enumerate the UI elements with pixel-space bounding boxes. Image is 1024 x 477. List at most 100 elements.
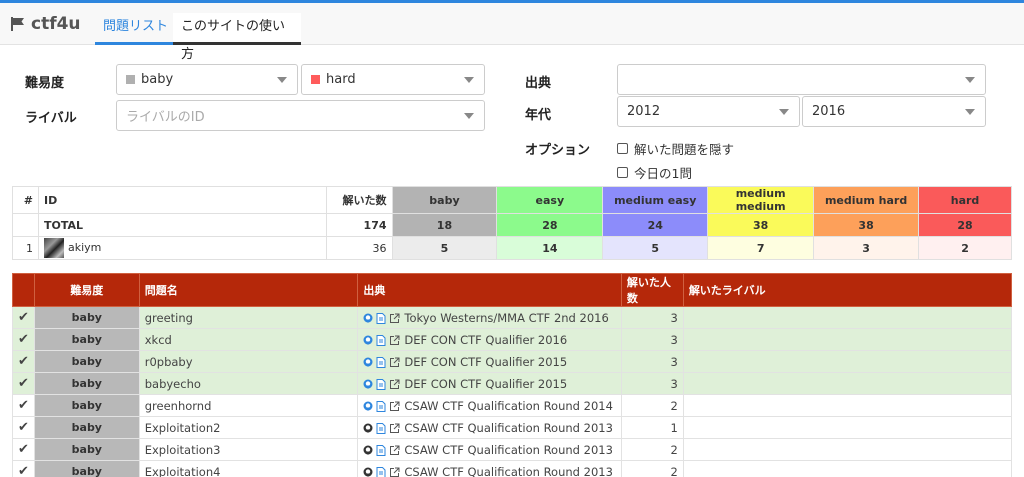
problem-row[interactable]: ✔ baby Exploitation3 CSAW CTF Qualification… [12, 438, 1013, 461]
document-icon[interactable] [376, 378, 386, 390]
document-icon[interactable] [376, 444, 386, 456]
external-link-icon[interactable] [389, 313, 400, 324]
problem-row[interactable]: ✔ baby xkcd DEF CON CTF Qualifier 2016 3 [12, 328, 1013, 351]
problem-source[interactable]: CSAW CTF Qualification Round 2013 [404, 421, 613, 435]
problem-name[interactable]: r0pbaby [138, 350, 359, 373]
daily-problem-checkbox[interactable] [617, 167, 628, 178]
problem-row[interactable]: ✔ baby greenhornd CSAW CTF Qualification Ro… [12, 394, 1013, 417]
difficulty-to-select[interactable]: hard [301, 64, 485, 95]
check-icon: ✔ [12, 394, 35, 417]
check-icon: ✔ [12, 328, 35, 351]
document-icon[interactable] [376, 422, 386, 434]
github-icon[interactable] [363, 379, 373, 389]
problem-row[interactable]: ✔ baby Exploitation2 CSAW CTF Qualification… [12, 416, 1013, 439]
external-link-icon[interactable] [389, 357, 400, 368]
brand-name: ctf4u [31, 14, 81, 34]
total-row: TOTAL 174 18 28 24 38 38 28 [12, 213, 1012, 237]
difficulty-header[interactable]: 難易度 [33, 273, 140, 307]
problem-source[interactable]: CSAW CTF Qualification Round 2013 [404, 465, 613, 477]
user-count-medium-easy: 5 [602, 236, 709, 260]
year-to-value: 2016 [812, 104, 846, 119]
total-count-medium-hard: 38 [813, 213, 920, 237]
flag-icon [11, 17, 24, 31]
problem-row[interactable]: ✔ baby babyecho DEF CON CTF Qualifier 2015 3 [12, 372, 1013, 395]
document-icon[interactable] [376, 334, 386, 346]
problem-difficulty: baby [33, 438, 140, 461]
external-link-icon[interactable] [389, 401, 400, 412]
hide-solved-checkbox[interactable] [617, 143, 628, 154]
problem-source[interactable]: CSAW CTF Qualification Round 2013 [404, 443, 613, 457]
problem-source-cell: CSAW CTF Qualification Round 2014 [357, 394, 622, 417]
check-icon: ✔ [12, 460, 35, 477]
document-icon[interactable] [376, 466, 386, 477]
problem-row[interactable]: ✔ baby Exploitation4 CSAW CTF Qualification… [12, 460, 1013, 477]
year-to-select[interactable]: 2016 [802, 96, 986, 127]
year-from-select[interactable]: 2012 [617, 96, 800, 127]
check-icon: ✔ [12, 372, 35, 395]
user-count-hard: 2 [918, 236, 1012, 260]
problem-source[interactable]: Tokyo Westerns/MMA CTF 2nd 2016 [404, 311, 608, 325]
external-link-icon[interactable] [389, 445, 400, 456]
user-row[interactable]: 1 akiym 36 5 14 5 7 3 2 [12, 236, 1012, 260]
source-header[interactable]: 出典 [357, 273, 622, 307]
name-header[interactable]: 問題名 [138, 273, 359, 307]
external-link-icon[interactable] [389, 423, 400, 434]
document-icon[interactable] [376, 400, 386, 412]
difficulty-to-value: hard [326, 72, 356, 87]
github-icon[interactable] [363, 401, 373, 411]
rivals-header[interactable]: 解いたライバル [682, 273, 1013, 307]
options-label: オプション [525, 143, 591, 158]
github-icon[interactable] [363, 423, 373, 433]
problem-difficulty: baby [33, 460, 140, 477]
problem-source[interactable]: DEF CON CTF Qualifier 2015 [404, 377, 567, 391]
document-icon[interactable] [376, 312, 386, 324]
level-header-medium-medium: medium medium [707, 186, 815, 214]
document-icon[interactable] [376, 356, 386, 368]
problem-row[interactable]: ✔ baby greeting Tokyo Westerns/MMA CTF 2nd … [12, 306, 1013, 329]
problem-name[interactable]: Exploitation2 [138, 416, 359, 439]
user-id-cell[interactable]: akiym [37, 236, 327, 260]
rival-input[interactable]: ライバルのID [116, 100, 485, 131]
difficulty-from-select[interactable]: baby [116, 64, 298, 95]
external-link-icon[interactable] [389, 379, 400, 390]
user-rank: 1 [12, 236, 39, 260]
github-icon[interactable] [363, 357, 373, 367]
problem-solvers: 3 [620, 306, 684, 329]
source-select[interactable] [617, 64, 986, 95]
external-link-icon[interactable] [389, 335, 400, 346]
github-icon[interactable] [363, 335, 373, 345]
tab-how-to-use[interactable]: このサイトの使い方 [173, 13, 301, 62]
tab-problem-list[interactable]: 問題リスト [95, 13, 177, 45]
problem-source-cell: DEF CON CTF Qualifier 2016 [357, 328, 622, 351]
github-icon[interactable] [363, 313, 373, 323]
problem-name[interactable]: Exploitation3 [138, 438, 359, 461]
problem-source-cell: CSAW CTF Qualification Round 2013 [357, 416, 622, 439]
problem-name[interactable]: greenhornd [138, 394, 359, 417]
level-header-hard: hard [918, 186, 1012, 214]
hide-solved-option[interactable]: 解いた問題を隠す [617, 139, 734, 158]
year-from-value: 2012 [627, 104, 661, 119]
problem-source-cell: Tokyo Westerns/MMA CTF 2nd 2016 [357, 306, 622, 329]
problem-name[interactable]: xkcd [138, 328, 359, 351]
daily-problem-label: 今日の1問 [634, 166, 692, 181]
problem-source[interactable]: DEF CON CTF Qualifier 2016 [404, 333, 567, 347]
user-count-baby: 5 [391, 236, 498, 260]
problems-header-row: 難易度 問題名 出典 解いた人数 解いたライバル [12, 273, 1013, 307]
difficulty-to-swatch [311, 75, 320, 84]
problem-name[interactable]: babyecho [138, 372, 359, 395]
solvers-header[interactable]: 解いた人数 [620, 273, 684, 307]
external-link-icon[interactable] [389, 467, 400, 477]
problem-name[interactable]: Exploitation4 [138, 460, 359, 477]
chevron-down-icon [277, 77, 287, 83]
github-icon[interactable] [363, 445, 373, 455]
total-count-hard: 28 [918, 213, 1012, 237]
total-count-baby: 18 [391, 213, 498, 237]
problem-row[interactable]: ✔ baby r0pbaby DEF CON CTF Qualifier 2015 3 [12, 350, 1013, 373]
user-id[interactable]: akiym [68, 241, 101, 254]
daily-problem-option[interactable]: 今日の1問 [617, 163, 692, 182]
problem-name[interactable]: greeting [138, 306, 359, 329]
brand[interactable]: ctf4u [10, 13, 81, 35]
problem-source[interactable]: DEF CON CTF Qualifier 2015 [404, 355, 567, 369]
github-icon[interactable] [363, 467, 373, 477]
problem-source[interactable]: CSAW CTF Qualification Round 2014 [404, 399, 613, 413]
